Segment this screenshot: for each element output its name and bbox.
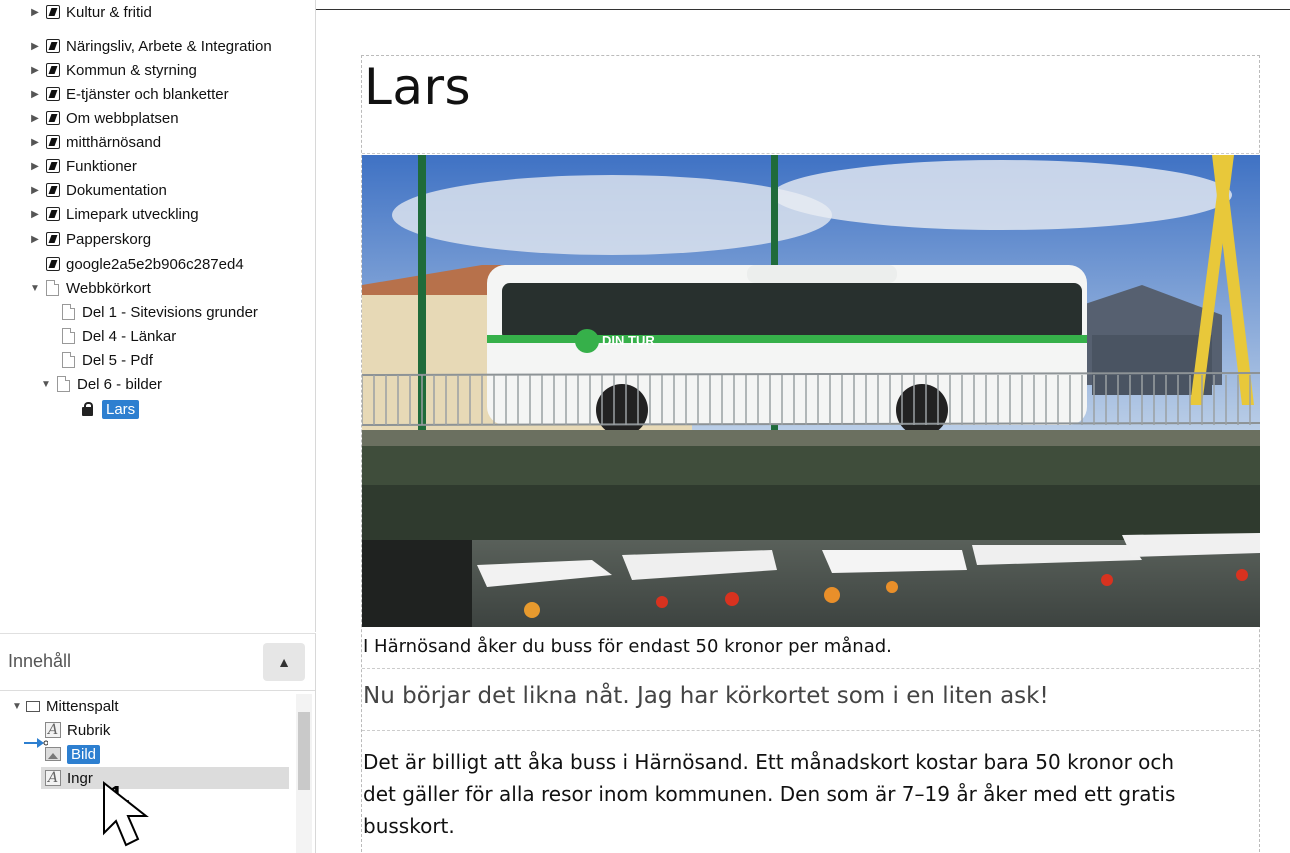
frame-icon — [26, 700, 40, 712]
tree-item-kultur[interactable]: ▶ Kultur & fritid — [29, 1, 152, 23]
bus-logo-text: DIN TUR — [602, 333, 655, 348]
sort-updown-icon: ▲ — [277, 654, 291, 670]
expand-arrow-icon[interactable]: ▶ — [29, 89, 41, 100]
expand-arrow-icon[interactable]: ▶ — [29, 7, 41, 18]
expand-arrow-icon[interactable]: ▶ — [29, 209, 41, 220]
page-key-icon — [46, 257, 60, 271]
folder-key-icon — [46, 207, 60, 221]
expand-arrow-icon[interactable]: ▶ — [29, 234, 41, 245]
expand-arrow-icon[interactable]: ▶ — [29, 161, 41, 172]
scrollbar-thumb[interactable] — [298, 712, 310, 790]
module-divider — [362, 153, 1259, 154]
page-icon — [62, 352, 75, 368]
photo-caption[interactable]: I Härnösand åker du buss för endast 50 k… — [363, 636, 892, 657]
content-item-mittenspalt[interactable]: ▼ Mittenspalt — [11, 696, 119, 716]
tree-item-webbkorkort[interactable]: ▼ Webbkörkort — [29, 277, 151, 299]
article-preview: Lars DIN TUR I Härnösand åker du buss fö… — [361, 55, 1260, 852]
tree-item-google[interactable]: google2a5e2b906c287ed4 — [29, 253, 244, 275]
page-key-icon — [46, 183, 60, 197]
tree-item-etjanster[interactable]: ▶ E-tjänster och blanketter — [29, 83, 228, 105]
page-icon — [62, 304, 75, 320]
content-item-rubrik[interactable]: A Rubrik — [45, 720, 110, 740]
expand-arrow-icon[interactable]: ▶ — [29, 65, 41, 76]
collapse-arrow-icon[interactable]: ▼ — [29, 283, 41, 294]
page-key-icon — [46, 63, 60, 77]
expand-arrow-icon[interactable]: ▶ — [29, 113, 41, 124]
drag-arrow-icon — [24, 738, 48, 748]
body-line: det gäller för alla resor inom kommunen.… — [363, 782, 1176, 806]
top-divider — [316, 9, 1290, 10]
article-body[interactable]: Det är billigt att åka buss i Härnösand.… — [363, 746, 1253, 842]
tree-item-naringsliv[interactable]: ▶ Näringsliv, Arbete & Integration — [29, 35, 272, 57]
page-icon — [57, 376, 70, 392]
expand-arrow-icon[interactable]: ▶ — [29, 41, 41, 52]
tree-item-del5[interactable]: Del 5 - Pdf — [57, 349, 153, 371]
tree-item-mitth[interactable]: ▶ mitthärnösand — [29, 131, 161, 153]
article-headline[interactable]: Lars — [364, 58, 471, 116]
body-line: Det är billigt att åka buss i Härnösand.… — [363, 750, 1175, 774]
page-key-icon — [46, 111, 60, 125]
trash-icon — [46, 232, 60, 246]
page-key-icon — [46, 5, 60, 19]
content-item-ingress[interactable]: A Ingr — [45, 768, 93, 788]
module-divider — [362, 668, 1259, 669]
tree-item-papperskorg[interactable]: ▶ Papperskorg — [29, 228, 151, 250]
content-item-bild[interactable]: Bild — [45, 744, 101, 764]
text-module-icon: A — [45, 770, 61, 786]
content-panel-header: Innehåll ▲ — [0, 634, 315, 691]
page-icon — [46, 280, 59, 296]
tree-item-funktioner[interactable]: ▶ Funktioner — [29, 155, 137, 177]
tree-item-om-webbplatsen[interactable]: ▶ Om webbplatsen — [29, 107, 178, 129]
tree-item-lars[interactable]: Lars — [80, 398, 140, 420]
page-key-icon — [46, 87, 60, 101]
article-ingress[interactable]: Nu börjar det likna nåt. Jag har körkort… — [363, 683, 1049, 709]
tree-item-del4[interactable]: Del 4 - Länkar — [57, 325, 176, 347]
mouse-pointer-icon — [103, 780, 149, 847]
tree-item-limepark[interactable]: ▶ Limepark utveckling — [29, 203, 198, 225]
sort-button[interactable]: ▲ — [263, 643, 305, 681]
body-line: busskort. — [363, 814, 455, 838]
folder-key-icon — [46, 159, 60, 173]
expand-arrow-icon[interactable]: ▶ — [29, 137, 41, 148]
article-photo[interactable]: DIN TUR — [362, 155, 1260, 627]
collapse-arrow-icon[interactable]: ▼ — [11, 701, 23, 712]
page-key-icon — [46, 39, 60, 53]
page-key-icon — [46, 135, 60, 149]
content-panel: Innehåll ▲ ▼ Mittenspalt A Rubrik Bild A In… — [0, 633, 316, 853]
tree-item-del6[interactable]: ▼ Del 6 - bilder — [40, 373, 162, 395]
lock-icon — [80, 402, 96, 416]
content-scrollbar[interactable] — [296, 694, 312, 853]
tree-item-kommun[interactable]: ▶ Kommun & styrning — [29, 59, 197, 81]
tree-item-dokumentation[interactable]: ▶ Dokumentation — [29, 179, 167, 201]
collapse-arrow-icon[interactable]: ▼ — [40, 379, 52, 390]
content-panel-title: Innehåll — [8, 651, 72, 671]
site-tree: ▶ Kultur & fritid ▶ Näringsliv, Arbete & I… — [0, 0, 316, 632]
module-divider — [362, 730, 1259, 731]
page-icon — [62, 328, 75, 344]
expand-arrow-icon[interactable]: ▶ — [29, 185, 41, 196]
tree-item-del1[interactable]: Del 1 - Sitevisions grunder — [57, 301, 258, 323]
bus-bridge-photo: DIN TUR — [362, 155, 1260, 627]
